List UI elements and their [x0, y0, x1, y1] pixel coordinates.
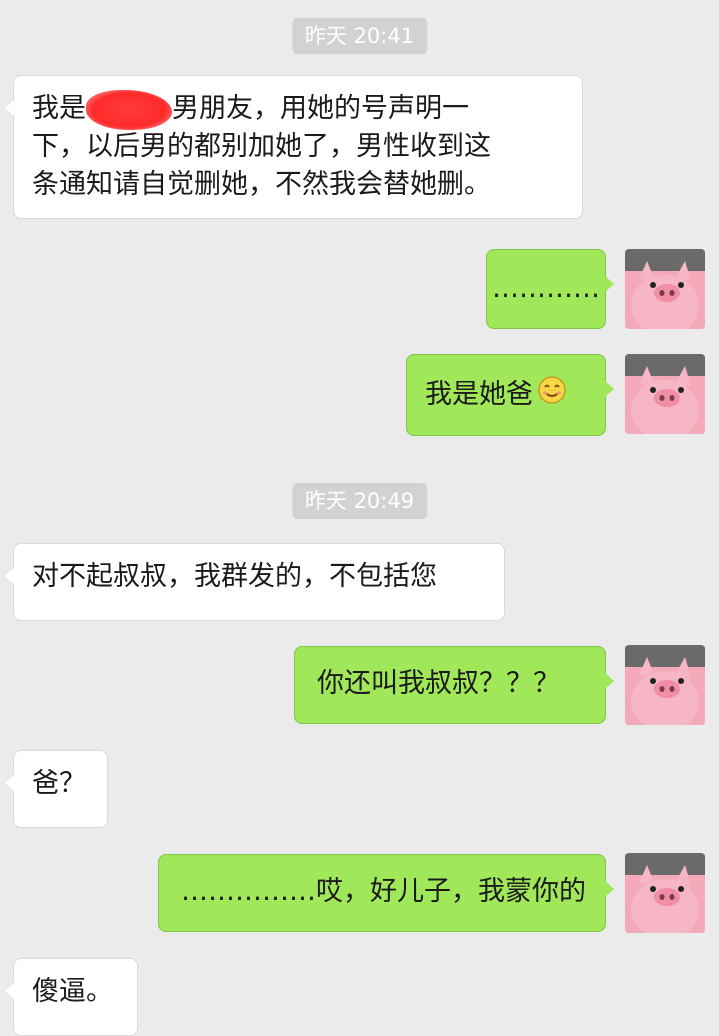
outgoing-message-3[interactable]: 你还叫我叔叔？？？ — [294, 646, 614, 724]
timestamp-1: 昨天 20:41 — [291, 18, 428, 54]
message-text: 你还叫我叔叔？？？ — [317, 668, 560, 699]
incoming-message-1[interactable]: 我是 男朋友，用她的号声明一 下，以后男的都别加她了，男性收到这 条通知请自觉删她… — [5, 75, 583, 219]
message-text: ……………哎，好儿子，我蒙你的 — [181, 876, 586, 907]
pig-avatar-icon[interactable] — [625, 853, 705, 933]
incoming-message-3[interactable]: 爸？ — [5, 750, 108, 828]
message-text: ………… — [492, 273, 600, 304]
message-text: 傻逼。 — [32, 976, 113, 1007]
redaction-mark — [86, 89, 172, 130]
message-text-line-3: 条通知请自觉删她，不然我会替她删。 — [32, 169, 491, 200]
pig-avatar-icon[interactable] — [625, 354, 705, 434]
outgoing-message-1[interactable]: ………… — [486, 249, 614, 329]
timestamp-2: 昨天 20:49 — [291, 483, 428, 519]
message-text-line-2: 下，以后男的都别加她了，男性收到这 — [32, 131, 491, 162]
message-text: 对不起叔叔，我群发的，不包括您 — [32, 561, 437, 592]
message-text: 我是她爸 — [425, 379, 533, 410]
message-text-part-2: 男朋友，用她的号声明一 — [172, 93, 469, 124]
pig-avatar-icon[interactable] — [625, 645, 705, 725]
pig-avatar-icon[interactable] — [625, 249, 705, 329]
incoming-message-2[interactable]: 对不起叔叔，我群发的，不包括您 — [5, 543, 505, 621]
smile-emoji-icon — [537, 375, 567, 416]
outgoing-message-2[interactable]: 我是她爸 — [406, 354, 614, 436]
message-text: 爸？ — [32, 768, 86, 799]
incoming-message-4[interactable]: 傻逼。 — [5, 958, 138, 1036]
chat-conversation: 昨天 20:41 我是 男朋友，用她的号声明一 下，以后男的都别加她了，男性收到这… — [0, 0, 719, 1036]
outgoing-message-4[interactable]: ……………哎，好儿子，我蒙你的 — [158, 854, 614, 932]
message-text: 我是 男朋友，用她的号声明一 下，以后男的都别加她了，男性收到这 条通知请自觉删她… — [32, 89, 564, 204]
message-text-part-1: 我是 — [32, 93, 86, 124]
